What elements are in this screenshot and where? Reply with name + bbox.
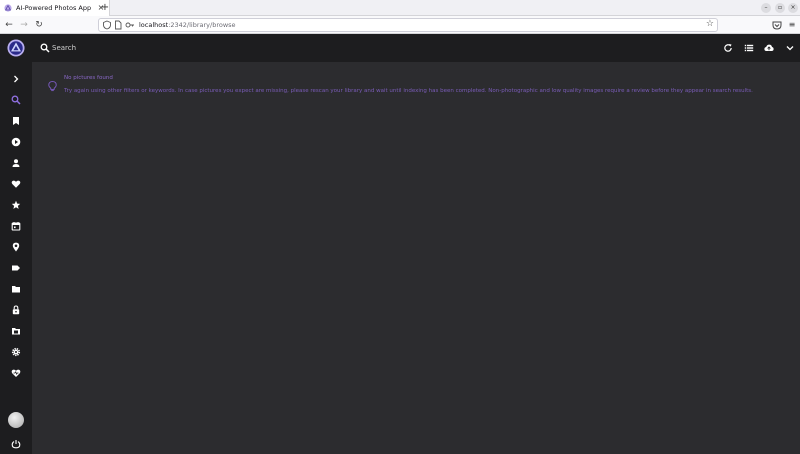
expand-icon bbox=[14, 75, 19, 83]
main-content: No pictures found Try again using other … bbox=[32, 62, 800, 454]
sidebar-item-videos[interactable] bbox=[6, 134, 26, 150]
sidebar-item-people[interactable] bbox=[6, 155, 26, 171]
sidebar-expand-button[interactable] bbox=[6, 71, 26, 87]
window-minimize-button[interactable]: – bbox=[761, 3, 771, 13]
bookmark-star-icon[interactable]: ☆ bbox=[706, 19, 714, 29]
url-host: localhost bbox=[139, 21, 169, 29]
url-path: :2342/library/browse bbox=[168, 21, 236, 29]
sidebar bbox=[0, 34, 32, 454]
app-logo-icon[interactable] bbox=[7, 39, 25, 57]
sidebar-item-support[interactable] bbox=[6, 365, 26, 381]
star-icon bbox=[11, 200, 21, 209]
upload-icon bbox=[764, 44, 774, 51]
expand-more-button[interactable] bbox=[784, 42, 796, 54]
browser-tab[interactable]: AI-Powered Photos App × bbox=[0, 0, 110, 16]
library-icon bbox=[12, 328, 20, 335]
sidebar-item-albums[interactable] bbox=[6, 113, 26, 129]
tab-title: AI-Powered Photos App bbox=[16, 4, 92, 12]
list-view-icon bbox=[744, 44, 754, 52]
sidebar-item-moments[interactable] bbox=[6, 197, 26, 213]
reload-icon bbox=[724, 44, 732, 52]
favorites-icon bbox=[11, 180, 21, 188]
app-favicon-icon bbox=[4, 4, 12, 12]
sidebar-item-folders[interactable] bbox=[6, 281, 26, 297]
labels-icon bbox=[12, 265, 20, 271]
video-icon bbox=[11, 137, 21, 147]
logout-icon bbox=[11, 440, 21, 449]
sidebar-item-library[interactable] bbox=[6, 323, 26, 339]
sidebar-item-calendar[interactable] bbox=[6, 218, 26, 234]
shield-icon bbox=[103, 20, 111, 30]
window-restore-button[interactable]: ▫ bbox=[775, 3, 785, 13]
calendar-icon bbox=[11, 222, 21, 231]
list-view-button[interactable] bbox=[743, 42, 755, 54]
avatar[interactable] bbox=[8, 412, 24, 428]
key-icon bbox=[125, 22, 134, 28]
support-icon bbox=[11, 369, 21, 377]
private-icon bbox=[12, 305, 20, 315]
places-icon bbox=[12, 242, 20, 252]
browser-menu-icon[interactable]: ≡ bbox=[786, 19, 798, 31]
sidebar-item-private[interactable] bbox=[6, 302, 26, 318]
sidebar-item-search[interactable] bbox=[6, 92, 26, 108]
browser-tab-bar: AI-Powered Photos App × + – ▫ × bbox=[0, 0, 800, 16]
sidebar-item-settings[interactable] bbox=[6, 344, 26, 360]
folders-icon bbox=[12, 286, 20, 293]
search-icon bbox=[11, 95, 21, 105]
browser-nav-bar: ← → ↻ localhost:2342/library/browse ☆ ≡ bbox=[0, 16, 800, 34]
reload-button[interactable] bbox=[722, 42, 734, 54]
upload-button[interactable] bbox=[763, 42, 775, 54]
sidebar-item-labels[interactable] bbox=[6, 260, 26, 276]
people-icon bbox=[12, 159, 20, 167]
album-icon bbox=[13, 117, 19, 125]
forward-button[interactable]: → bbox=[18, 19, 30, 31]
sidebar-item-places[interactable] bbox=[6, 239, 26, 255]
alert-text: Try again using other filters or keyword… bbox=[64, 88, 753, 94]
url-text: localhost:2342/library/browse bbox=[139, 21, 236, 29]
app-toolbar bbox=[32, 34, 800, 62]
page-icon bbox=[115, 20, 122, 30]
toolbar-search-icon bbox=[40, 43, 50, 53]
settings-icon bbox=[11, 347, 21, 357]
alert-title: No pictures found bbox=[64, 75, 113, 81]
reload-button[interactable]: ↻ bbox=[33, 19, 45, 31]
search-input[interactable] bbox=[52, 41, 352, 55]
new-tab-button[interactable]: + bbox=[99, 2, 111, 14]
back-button[interactable]: ← bbox=[3, 19, 15, 31]
pocket-icon[interactable] bbox=[771, 19, 783, 31]
sidebar-item-logout[interactable] bbox=[6, 436, 26, 452]
url-bar[interactable]: localhost:2342/library/browse ☆ bbox=[98, 18, 718, 32]
window-close-button[interactable]: × bbox=[788, 3, 798, 13]
lightbulb-icon bbox=[48, 81, 57, 92]
expand-more-icon bbox=[786, 46, 794, 51]
sidebar-item-favorites[interactable] bbox=[6, 176, 26, 192]
